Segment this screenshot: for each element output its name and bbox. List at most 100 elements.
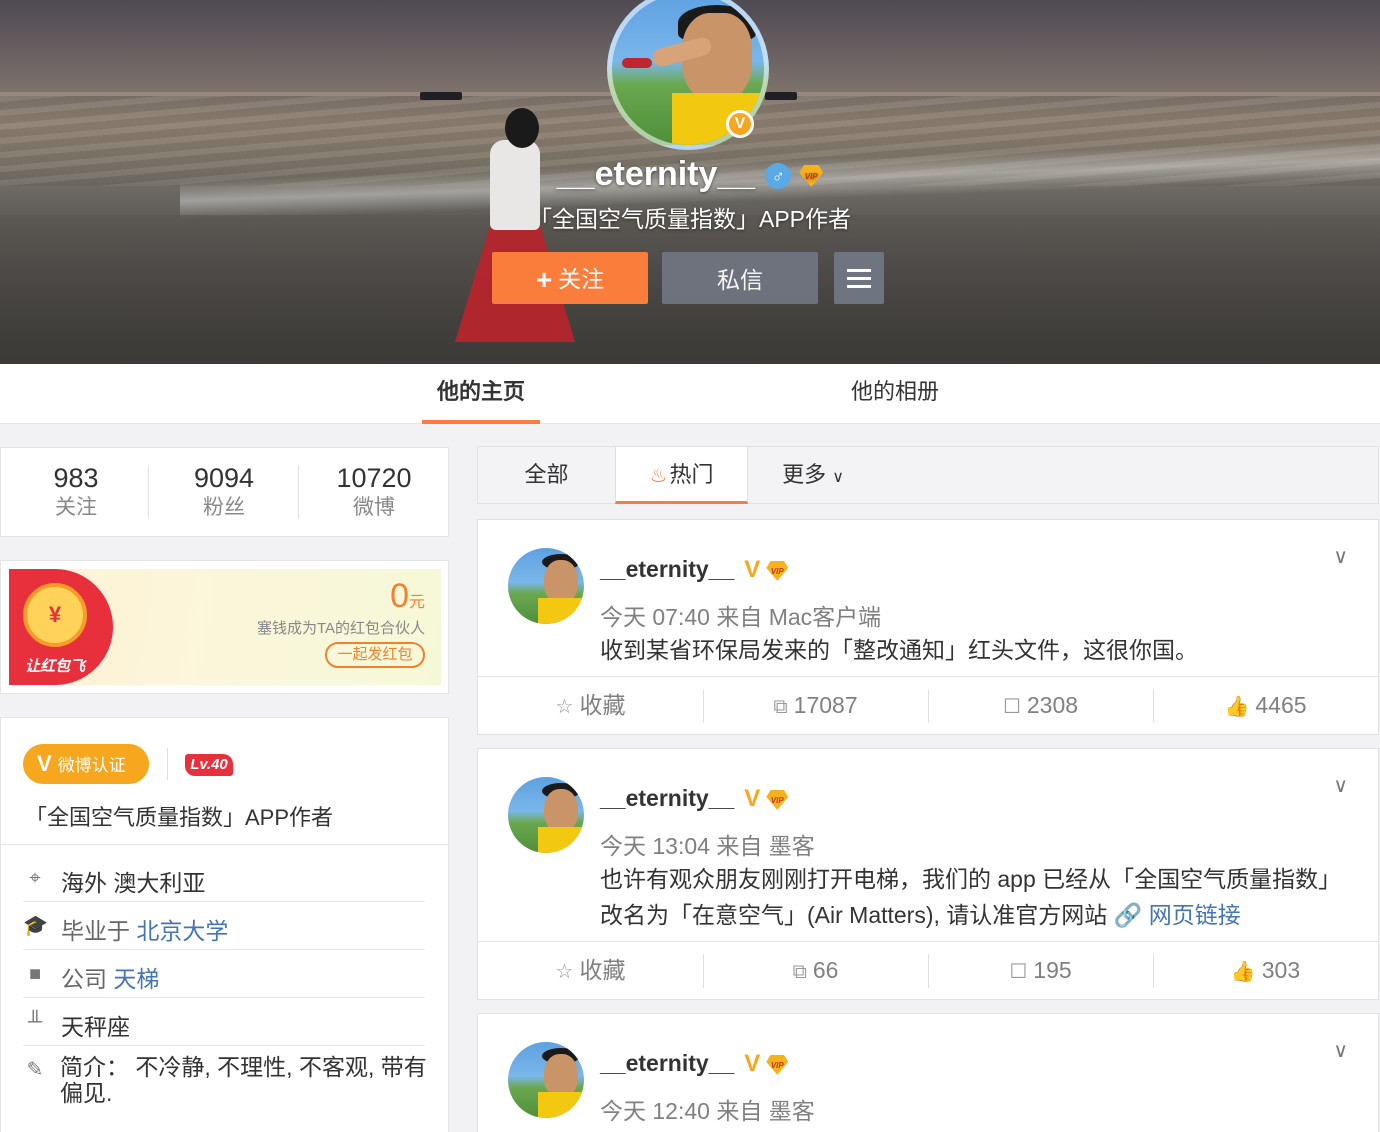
divider (1, 844, 449, 845)
comment-count: 195 (1033, 957, 1072, 983)
stat-number: 983 (53, 463, 99, 493)
like-button[interactable]: 👍 4465 (1153, 677, 1378, 735)
favorite-label: 收藏 (579, 692, 626, 718)
comment-icon: ☐ (1002, 696, 1021, 718)
web-link[interactable]: 🔗 网页链接 (1114, 902, 1241, 928)
feed-post: __eternity__ V VIP 今天 07:40 来自 Mac客户端 收到某省… (477, 519, 1379, 735)
message-button[interactable]: 私信 (662, 252, 818, 304)
briefcase-icon: ■ (28, 963, 42, 985)
verified-v-icon: V (744, 556, 761, 583)
filter-more[interactable]: 更多 ∨ (768, 447, 858, 504)
stat-following[interactable]: 983 关注 (1, 462, 151, 522)
birthday-cake-icon: ╨ (27, 1011, 43, 1033)
male-gender-icon: ♂ (765, 163, 792, 190)
company-link[interactable]: 天梯 (113, 966, 159, 992)
school-link[interactable]: 北京大学 (136, 918, 228, 944)
chevron-down-icon[interactable]: ∨ (1333, 773, 1348, 798)
post-avatar[interactable] (508, 548, 584, 624)
post-author-name[interactable]: __eternity__ (600, 785, 734, 811)
verified-v-icon: V (744, 785, 761, 812)
like-count: 4465 (1255, 692, 1307, 718)
share-icon: ⧉ (792, 961, 807, 983)
info-location: ⌖ 海外 澳大利亚 (23, 854, 425, 902)
filter-more-label: 更多 (782, 462, 827, 487)
like-count: 303 (1261, 957, 1301, 983)
post-author-row: __eternity__ V VIP (600, 556, 789, 584)
hongbao-banner[interactable]: ¥ 让红包飞 0元 塞钱成为TA的红包合伙人 一起发红包 (9, 569, 441, 685)
repost-button[interactable]: ⧉ 66 (703, 942, 928, 1000)
post-meta[interactable]: 今天 07:40 来自 Mac客户端 (600, 598, 881, 632)
post-text: 也许有观众朋友刚刚打开电梯，我们的 app 已经从「全国空气质量指数」改名为「在… (600, 861, 1330, 933)
like-button[interactable]: 👍 303 (1153, 942, 1378, 1000)
verified-v-icon: V (744, 1050, 761, 1077)
vip-diamond-icon[interactable]: VIP (766, 1054, 789, 1075)
weibo-verified-pill[interactable]: V 微博认证 (23, 744, 149, 784)
info-education: 🎓 毕业于 北京大学 (23, 902, 425, 950)
hongbao-amount-value: 0 (390, 577, 409, 615)
post-actions: ☆ 收藏 ⧉ 17087 ☐ 2308 👍 4465 (478, 676, 1378, 734)
thumbs-up-icon: 👍 (1230, 961, 1256, 983)
post-meta[interactable]: 今天 13:04 来自 墨客 (600, 827, 815, 861)
post-text: 收到某省环保局发来的「整改通知」红头文件，这很你国。 (600, 637, 1198, 663)
verified-pill-label: 微博认证 (57, 756, 126, 775)
flame-icon: ♨ (649, 465, 668, 487)
hamburger-icon (847, 285, 871, 288)
profile-tabbar: 他的主页 他的相册 (0, 364, 1380, 424)
hongbao-amount: 0元 (390, 577, 425, 616)
profile-name: __eternity__ (556, 155, 756, 193)
favorite-button[interactable]: ☆ 收藏 (478, 677, 703, 735)
chevron-down-icon[interactable]: ∨ (1333, 544, 1348, 569)
comment-icon: ☐ (1009, 961, 1028, 983)
star-icon: ☆ (555, 961, 574, 983)
repost-button[interactable]: ⧉ 17087 (703, 677, 928, 735)
company-text: 公司 天梯 (61, 960, 159, 994)
post-author-name[interactable]: __eternity__ (600, 556, 734, 582)
avatar-shirt (538, 827, 584, 853)
post-author-row: __eternity__ V VIP (600, 785, 789, 813)
boat (420, 92, 462, 100)
favorite-label: 收藏 (579, 957, 626, 983)
chevron-down-icon[interactable]: ∨ (1333, 1038, 1348, 1063)
hamburger-icon (847, 277, 871, 280)
hamburger-icon (847, 269, 871, 272)
more-menu-button[interactable] (834, 252, 884, 304)
verified-v-icon: V (37, 751, 52, 776)
comment-button[interactable]: ☐ 2308 (928, 677, 1153, 735)
stat-label: 关注 (55, 496, 97, 519)
info-company: ■ 公司 天梯 (23, 950, 425, 998)
profile-name-row: __eternity__ ♂ VIP (0, 155, 1380, 194)
vip-diamond-icon[interactable]: VIP (799, 165, 824, 188)
feed-post: __eternity__ V VIP 今天 13:04 来自 墨客 也许有观众朋友刚… (477, 748, 1379, 1000)
send-hongbao-button[interactable]: 一起发红包 (325, 642, 425, 668)
education-prefix: 毕业于 (61, 918, 130, 944)
star-icon: ☆ (555, 696, 574, 718)
vip-diamond-icon[interactable]: VIP (766, 560, 789, 581)
post-meta[interactable]: 今天 12:40 来自 墨客 (600, 1092, 815, 1126)
share-icon: ⧉ (773, 696, 788, 718)
post-actions: ☆ 收藏 ⧉ 66 ☐ 195 👍 303 (478, 941, 1378, 999)
stat-posts[interactable]: 10720 微博 (299, 462, 449, 522)
vip-diamond-icon[interactable]: VIP (766, 789, 789, 810)
cover-banner: V __eternity__ ♂ VIP 「全国空气质量指数」APP作者 + 关注 私… (0, 0, 1380, 364)
tab-home[interactable]: 他的主页 (422, 364, 540, 424)
follow-button[interactable]: + 关注 (492, 252, 648, 304)
favorite-button[interactable]: ☆ 收藏 (478, 942, 703, 1000)
post-avatar[interactable] (508, 1042, 584, 1118)
tab-album[interactable]: 他的相册 (836, 364, 954, 424)
comment-count: 2308 (1026, 692, 1079, 718)
stat-followers[interactable]: 9094 粉丝 (149, 462, 299, 522)
location-text: 海外 澳大利亚 (61, 870, 206, 896)
comment-button[interactable]: ☐ 195 (928, 942, 1153, 1000)
stat-label: 粉丝 (203, 496, 245, 519)
thumbs-up-icon: 👍 (1224, 696, 1250, 718)
hongbao-logo: 让红包飞 (25, 658, 86, 675)
hongbao-text: 塞钱成为TA的红包合伙人 (256, 620, 425, 637)
filter-all[interactable]: 全部 (478, 447, 615, 504)
girl-figure (505, 108, 539, 148)
post-author-name[interactable]: __eternity__ (600, 1050, 734, 1076)
post-avatar[interactable] (508, 777, 584, 853)
level-badge[interactable]: Lv.40 (185, 754, 233, 776)
stat-label: 微博 (353, 496, 395, 519)
filter-hot[interactable]: ♨热门 (615, 447, 748, 504)
web-link-label: 网页链接 (1148, 902, 1241, 928)
